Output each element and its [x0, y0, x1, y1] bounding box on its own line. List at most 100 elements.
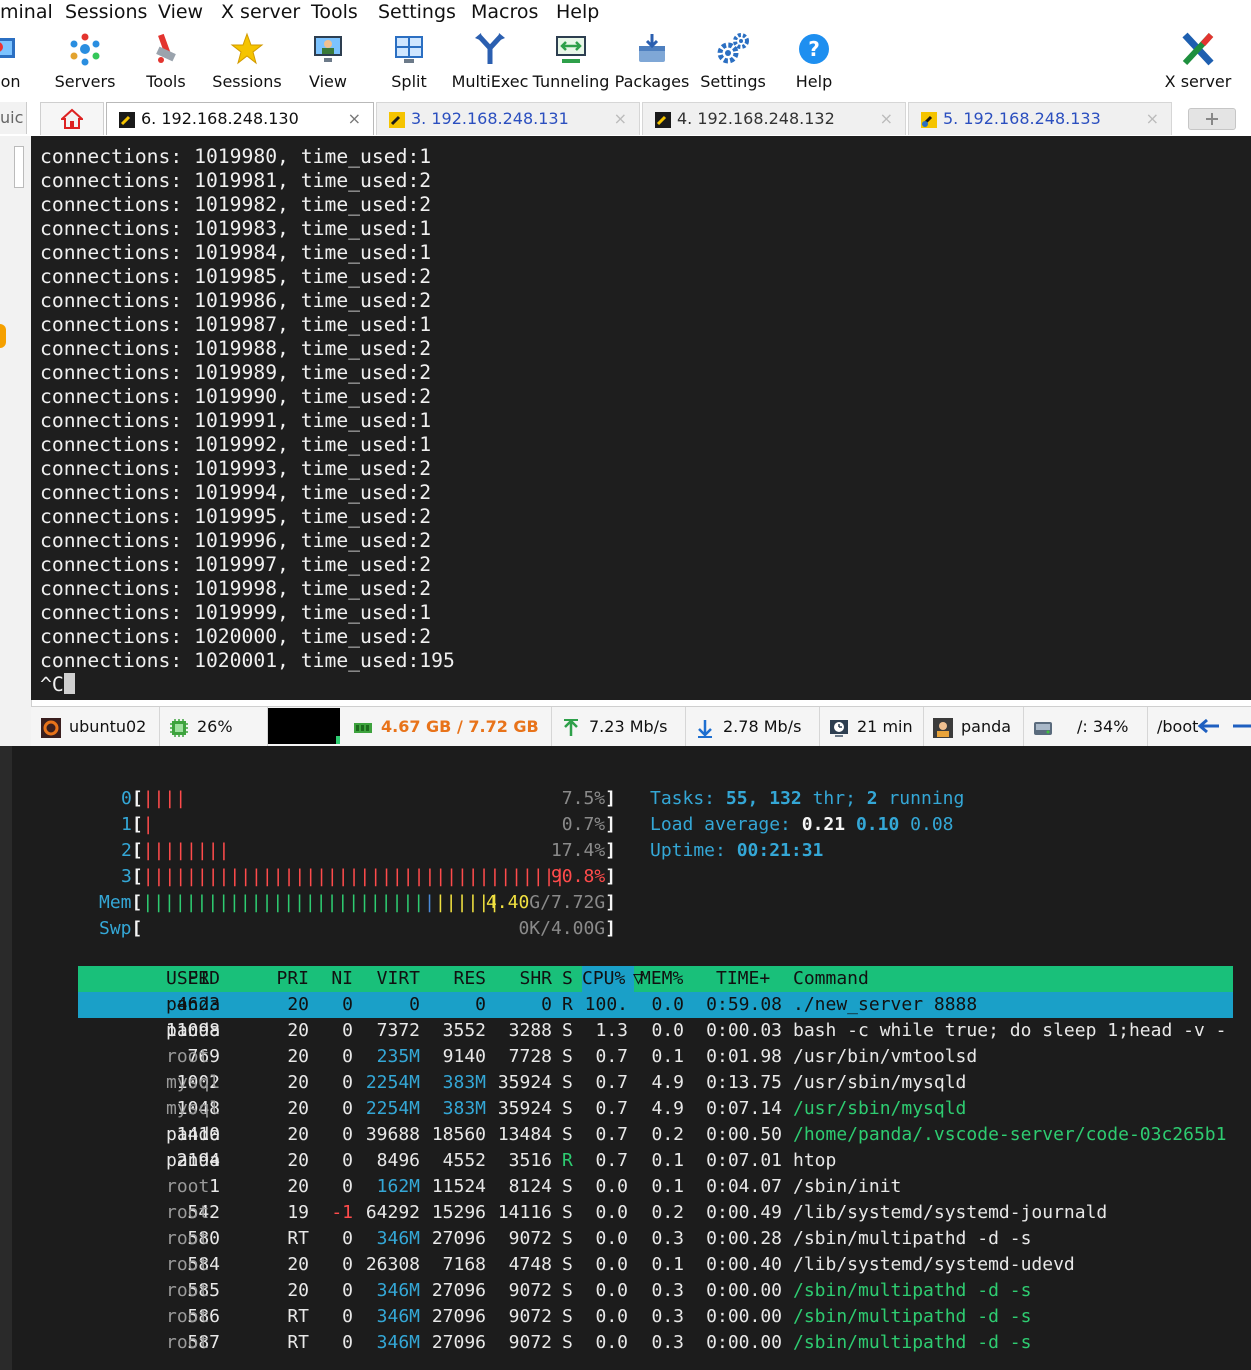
tab-session-3[interactable]: 3. 192.168.248.131 × [376, 102, 640, 135]
clock-icon [830, 719, 848, 737]
process-row[interactable]: 586 root RT 0 346M 27096 9072 S 0.0 0.3 0:00.00/sb… [78, 1304, 1251, 1330]
process-row[interactable]: 585 root 20 0 346M 27096 9072 S 0.0 0.3 0:00.00/sb… [78, 1278, 1251, 1304]
process-ni: 0 [342, 1176, 353, 1197]
status-host[interactable]: ubuntu02 [31, 707, 160, 747]
process-row[interactable]: 11098 panda 20 0 7372 3552 3288 S 1.3 0.0 0:00.03 b… [78, 1018, 1251, 1044]
col-user[interactable]: USER [166, 966, 209, 992]
sidebar-scroll[interactable] [14, 146, 24, 188]
process-row[interactable]: 584 root 20 0 26308 7168 4748 S 0.0 0.1 0:00.40/li… [78, 1252, 1251, 1278]
menu-tools[interactable]: Tools [311, 0, 358, 24]
process-user: mysql [166, 1098, 221, 1119]
process-virt: 7372 [376, 1020, 420, 1041]
process-shr: 7728 [508, 1046, 552, 1067]
process-virt: 2254M [365, 1098, 420, 1119]
status-user[interactable]: panda [923, 707, 1024, 747]
menu-help[interactable]: Help [556, 0, 599, 24]
process-user: mysql [166, 1072, 221, 1093]
tab-session-5[interactable]: 5. 192.168.248.133 × [908, 102, 1172, 135]
menu-terminal[interactable]: minal [0, 0, 53, 24]
col-virt[interactable]: VIRT [358, 966, 420, 992]
process-mem: 0.2 [651, 1124, 684, 1145]
tab-session-6[interactable]: 6. 192.168.248.130 × [106, 102, 374, 135]
col-state[interactable]: S [562, 966, 573, 992]
scroll-right-arrow-icon[interactable] [1231, 718, 1251, 734]
status-upload[interactable]: 7.23 Mb/s [551, 707, 686, 747]
col-res[interactable]: RES [424, 966, 486, 992]
process-row[interactable]: 542 root 19 -1 64292 15296 14116 S 0.0 0.2 0:00.49… [78, 1200, 1251, 1226]
home-tab[interactable] [40, 102, 104, 135]
htop-left-gutter [0, 746, 12, 1370]
process-mem: 0.3 [651, 1280, 684, 1301]
menu-x-server[interactable]: X server [221, 0, 300, 24]
col-ni[interactable]: NI [318, 966, 353, 992]
star-icon [230, 32, 264, 65]
status-cpu[interactable]: 26% [159, 707, 268, 747]
process-time: 0:59.08 [706, 994, 782, 1015]
process-user: panda [166, 1124, 221, 1145]
process-cpu: 0.7 [595, 1098, 628, 1119]
process-row[interactable]: 2194 panda 20 0 8496 4552 3516 R 0.7 0.1 0:07.01 ht… [78, 1148, 1251, 1174]
tools-icon [156, 33, 176, 63]
toolbar-xserver-button[interactable]: X server [1156, 28, 1240, 96]
col-time[interactable]: TIME+ [716, 966, 770, 992]
process-s: S [562, 1202, 573, 1223]
menu-sessions[interactable]: Sessions [65, 0, 147, 24]
col-shr[interactable]: SHR [488, 966, 552, 992]
scroll-left-arrow-icon[interactable] [1197, 718, 1221, 734]
process-row[interactable]: 769 root 20 0 235M 9140 7728 S 0.7 0.1 0:01.98/usr… [78, 1044, 1251, 1070]
tab-close-icon[interactable]: × [880, 103, 893, 135]
status-boot[interactable]: /boot [1149, 707, 1203, 747]
tab-close-icon[interactable]: × [614, 103, 627, 135]
col-mem[interactable]: MEM% [640, 966, 683, 992]
process-row[interactable]: 1410 panda 20 0 39688 18560 13484 S 0.7 0.2 0:00.5… [78, 1122, 1251, 1148]
menu-settings[interactable]: Settings [378, 0, 456, 24]
toolbar-view-button[interactable]: View [286, 28, 370, 96]
process-row[interactable]: 1048 mysql 20 0 2254M 383M 35924 S 0.7 4.9 0:07.14… [78, 1096, 1251, 1122]
terminal-output[interactable]: connections: 1019980, time_used:1 connec… [31, 136, 1251, 700]
process-row[interactable]: 4623 panda 20 0 0 0 0 R 100. 0.0 0:59.08 ./new_serv… [78, 992, 1233, 1018]
process-mem: 0.3 [651, 1306, 684, 1327]
process-pri: 19 [287, 1202, 309, 1223]
process-cmd: /usr/bin/vmtoolsd [793, 1046, 978, 1067]
tab-session-4[interactable]: 4. 192.168.248.132 × [642, 102, 906, 135]
toolbar-session-button[interactable]: ssion [0, 28, 42, 96]
menu-macros[interactable]: Macros [471, 0, 538, 24]
col-pri[interactable]: PRI [258, 966, 309, 992]
toolbar-tools-button[interactable]: Tools [124, 28, 208, 96]
process-user: root [166, 1176, 210, 1197]
toolbar-multiexec-button[interactable]: MultiExec [448, 28, 532, 96]
terminal-tab-icon [119, 111, 135, 128]
toolbar-servers-button[interactable]: Servers [43, 28, 127, 96]
toolbar-split-button[interactable]: Split [367, 28, 451, 96]
tab-bar: uic 6. 192.168.248.130 × 3. 192.168.248.… [0, 98, 1251, 137]
tab-close-icon[interactable]: × [1146, 103, 1159, 135]
process-cmd: ./new_server 8888 [793, 994, 978, 1015]
status-uptime[interactable]: 21 min [819, 707, 924, 747]
servers-icon [70, 33, 100, 66]
process-s: S [562, 1176, 573, 1197]
toolbar-packages-button[interactable]: Packages [610, 28, 694, 96]
quick-connect-field[interactable]: uic [0, 102, 27, 134]
status-download[interactable]: 2.78 Mb/s [685, 707, 820, 747]
toolbar-settings-button[interactable]: Settings [691, 28, 775, 96]
process-user: root [166, 1202, 210, 1223]
tab-close-icon[interactable]: × [348, 103, 361, 135]
toolbar-help-button[interactable]: ? Help [772, 28, 856, 96]
process-mem: 4.9 [651, 1072, 684, 1093]
process-row[interactable]: 1002 mysql 20 0 2254M 383M 35924 S 0.7 4.9 0:13.75… [78, 1070, 1251, 1096]
menu-view[interactable]: View [158, 0, 203, 24]
process-s: S [562, 1124, 573, 1145]
status-memory[interactable]: 4.67 GB / 7.72 GB [343, 707, 552, 747]
process-row[interactable]: 580 root RT 0 346M 27096 9072 S 0.0 0.3 0:00.28/sb… [78, 1226, 1251, 1252]
process-row[interactable]: 1 root 20 0 162M 11524 8124 S 0.0 0.1 0:04.07/sbin… [78, 1174, 1251, 1200]
new-tab-button[interactable] [1188, 108, 1236, 130]
col-cpu[interactable]: CPU% [582, 966, 634, 992]
toolbar-sessions-button[interactable]: Sessions [205, 28, 289, 96]
process-res: 4552 [442, 1150, 486, 1171]
process-row[interactable]: 587 root RT 0 346M 27096 9072 S 0.0 0.3 0:00.00/sb… [78, 1330, 1251, 1356]
process-shr: 35924 [497, 1098, 552, 1119]
col-command[interactable]: Command [793, 966, 869, 992]
terminal-line: connections: 1019996, time_used:2 [40, 529, 432, 552]
toolbar-tunneling-button[interactable]: Tunneling [529, 28, 613, 96]
status-disk[interactable]: /: 34% [1023, 707, 1148, 747]
